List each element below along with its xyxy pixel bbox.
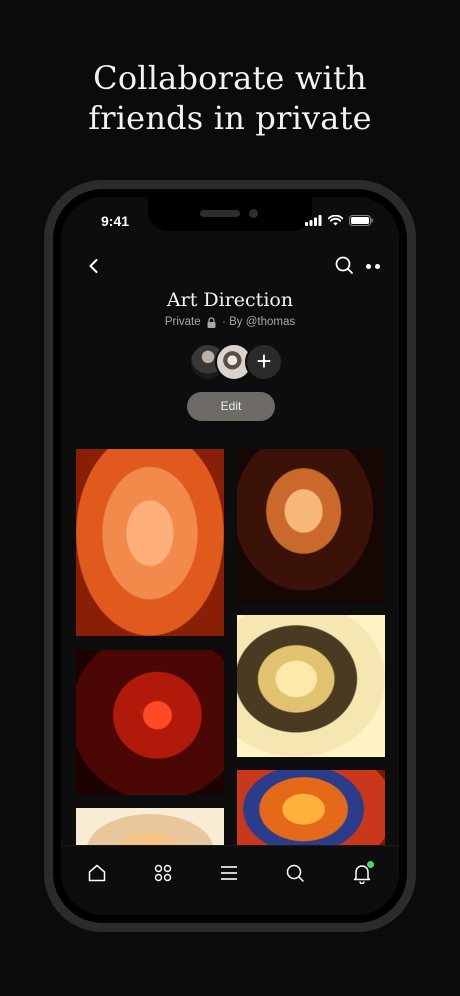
pin-3[interactable]: [76, 650, 224, 795]
search-icon: [335, 256, 353, 274]
cellular-signal-icon: [305, 215, 322, 226]
boards-grid-icon: [154, 864, 172, 882]
search-icon: [286, 864, 304, 882]
collaborator-avatars: +: [189, 343, 289, 383]
phone-bezel: 9:41 Art Direction Private · By @thomas …: [53, 189, 407, 923]
edit-button[interactable]: Edit: [187, 392, 275, 421]
more-dots-icon: [375, 263, 380, 269]
promo-headline-line2: friends in private: [88, 99, 372, 137]
chevron-left-icon: [89, 259, 98, 273]
phone-screen: 9:41 Art Direction Private · By @thomas …: [61, 197, 399, 915]
board-title: Art Direction: [166, 289, 294, 311]
back-button[interactable]: [83, 255, 105, 277]
status-time: 9:41: [101, 213, 130, 229]
notification-dot: [367, 861, 374, 868]
lock-icon: [207, 316, 216, 328]
menu-lines-icon: [221, 866, 237, 880]
phone-frame: 9:41 Art Direction Private · By @thomas …: [44, 180, 416, 932]
promo-headline-line1: Collaborate with: [93, 59, 367, 97]
privacy-label: Private: [164, 316, 201, 328]
tab-bar: [61, 845, 399, 915]
home-icon: [88, 864, 106, 882]
tab-boards[interactable]: [150, 860, 176, 886]
pin-1[interactable]: [76, 449, 224, 636]
promo-headline: Collaborate with friends in private: [0, 58, 460, 138]
wifi-icon: [328, 215, 343, 226]
board-author: By @thomas: [229, 316, 296, 328]
tab-feed[interactable]: [216, 860, 242, 886]
pin-2[interactable]: [237, 449, 385, 604]
front-camera: [249, 209, 258, 218]
more-options-button[interactable]: [361, 255, 385, 277]
more-dots-icon: [366, 263, 371, 269]
pin-4[interactable]: [237, 615, 385, 757]
tab-search[interactable]: [282, 860, 308, 886]
tab-home[interactable]: [84, 860, 110, 886]
status-icons: [305, 215, 373, 226]
tab-notifications[interactable]: [349, 860, 375, 886]
notch: [148, 197, 312, 231]
search-button[interactable]: [333, 254, 355, 276]
battery-icon: [349, 215, 373, 226]
speaker: [200, 210, 240, 217]
add-collaborator-button[interactable]: +: [245, 343, 283, 381]
board-meta: Private · By @thomas: [61, 316, 399, 328]
meta-separator: ·: [222, 316, 226, 328]
